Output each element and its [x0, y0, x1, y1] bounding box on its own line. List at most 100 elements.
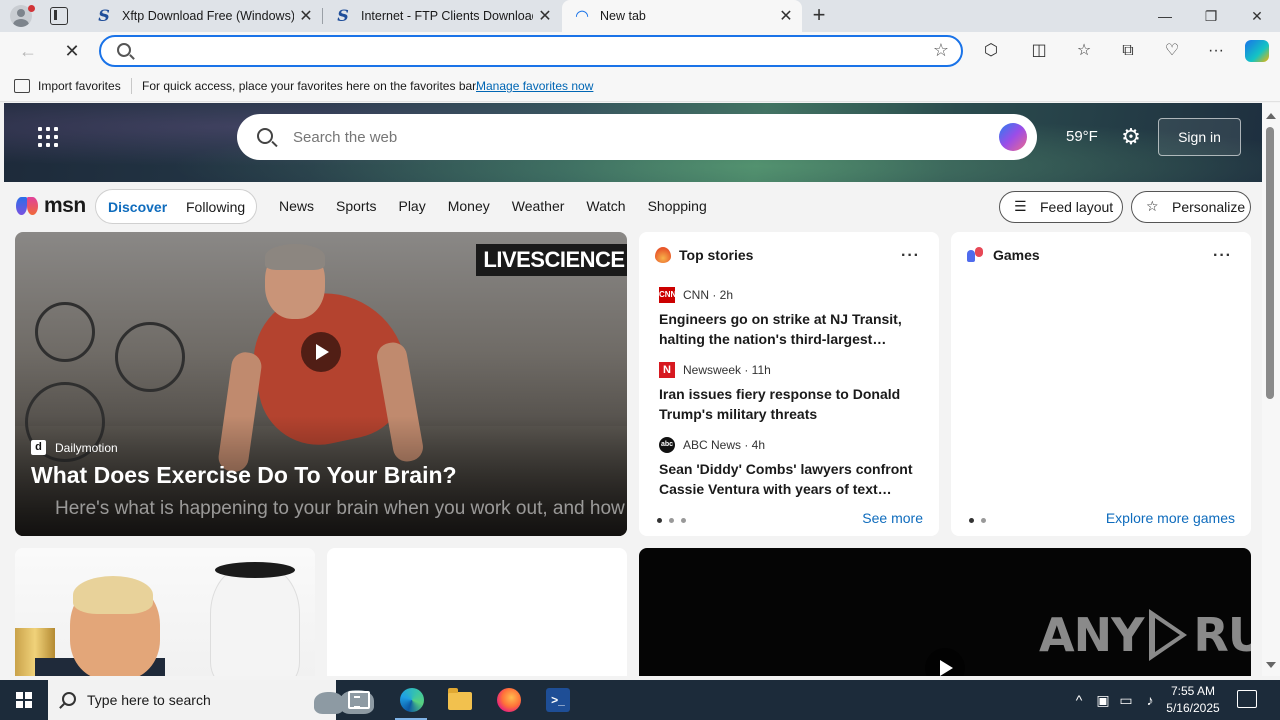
firefox-icon [497, 688, 521, 712]
nav-weather[interactable]: Weather [512, 198, 565, 214]
story-source: N Newsweek · 11h [659, 362, 921, 378]
nav-news[interactable]: News [279, 198, 314, 214]
nav-play[interactable]: Play [398, 198, 425, 214]
see-more-link[interactable]: See more [862, 510, 923, 526]
sign-in-button[interactable]: Sign in [1158, 118, 1241, 156]
loading-spinner-icon: ◠ [575, 6, 589, 25]
story-item[interactable]: CNN CNN · 2h Engineers go on strike at N… [659, 287, 921, 349]
nav-watch[interactable]: Watch [586, 198, 625, 214]
tab-ftp-clients[interactable]: S Internet - FTP Clients Downloads ✕ [323, 0, 561, 32]
video-card[interactable]: ANYRUN [639, 548, 1251, 676]
close-window-button[interactable]: ✕ [1234, 0, 1280, 32]
split-screen-icon[interactable]: ◫ [1028, 40, 1050, 62]
play-logo-icon [1149, 609, 1188, 661]
softpedia-favicon-icon: S [98, 6, 110, 25]
more-options-icon[interactable]: ··· [901, 247, 920, 265]
story-headline[interactable]: Iran issues fiery response to Donald Tru… [659, 384, 921, 424]
hero-source: d Dailymotion [31, 440, 118, 455]
hero-caption: Here's what is happening to your brain w… [55, 498, 627, 519]
scroll-down-icon[interactable] [1266, 662, 1276, 668]
minimize-button[interactable]: — [1142, 0, 1188, 32]
personalize-button[interactable]: ☆ Personalize [1131, 191, 1251, 223]
back-button[interactable]: ← [14, 38, 42, 64]
gear-icon[interactable]: ⚙ [1119, 125, 1143, 149]
firefox-button[interactable] [484, 680, 532, 720]
carousel-dot[interactable] [969, 518, 974, 523]
story-headline[interactable]: Sean 'Diddy' Combs' lawyers confront Cas… [659, 459, 921, 499]
notifications-icon[interactable] [1237, 690, 1257, 708]
start-button[interactable] [0, 680, 48, 720]
tab-discover[interactable]: Discover [108, 199, 167, 215]
livescience-logo: LIVESCIENCE [476, 244, 627, 276]
msn-search-box[interactable] [237, 114, 1037, 160]
show-hidden-icons-icon[interactable]: ^ [1068, 680, 1090, 720]
play-icon[interactable] [301, 332, 341, 372]
scroll-up-icon[interactable] [1266, 113, 1276, 119]
file-explorer-button[interactable] [435, 680, 483, 720]
edge-taskbar-button[interactable] [387, 680, 435, 720]
favorites-icon[interactable]: ☆ [1073, 40, 1095, 62]
extensions-icon[interactable]: ⬡ [980, 40, 1002, 62]
address-input[interactable] [141, 41, 921, 61]
tab-close-icon[interactable]: ✕ [294, 6, 318, 26]
hero-title[interactable]: What Does Exercise Do To Your Brain? [31, 462, 457, 489]
tab-following[interactable]: Following [186, 199, 245, 215]
device-icon[interactable]: ▣ [1092, 680, 1114, 720]
hero-video-card[interactable]: LIVESCIENCE d Dailymotion What Does Exer… [15, 232, 627, 536]
carousel-dot[interactable] [657, 518, 662, 523]
favorite-star-icon[interactable]: ☆ [933, 40, 949, 61]
story-item[interactable]: N Newsweek · 11h Iran issues fiery respo… [659, 362, 921, 424]
play-icon[interactable] [925, 648, 965, 676]
msn-logo[interactable]: msn [16, 192, 86, 220]
stop-loading-button[interactable]: ✕ [58, 38, 86, 64]
search-icon [117, 43, 131, 57]
top-stories-header: Top stories [655, 247, 753, 263]
manage-favorites-link[interactable]: Manage favorites now [476, 79, 593, 93]
network-icon[interactable]: ▭ [1115, 680, 1137, 720]
task-view-icon[interactable] [348, 691, 370, 709]
story-headline[interactable]: Engineers go on strike at NJ Transit, ha… [659, 309, 921, 349]
search-icon [62, 692, 76, 706]
weather-temperature[interactable]: 59°F [1066, 128, 1098, 145]
msn-search-input[interactable] [293, 127, 933, 147]
nav-sports[interactable]: Sports [336, 198, 376, 214]
star-icon: ☆ [1146, 198, 1159, 214]
explore-more-games-link[interactable]: Explore more games [1106, 510, 1235, 526]
restore-button[interactable]: ❐ [1188, 0, 1234, 32]
copilot-icon[interactable] [1245, 40, 1269, 62]
agal-image [215, 562, 295, 578]
carousel-dot[interactable] [981, 518, 986, 523]
copilot-search-icon[interactable] [999, 123, 1027, 151]
news-image-card[interactable] [15, 548, 315, 676]
person-hair-image [73, 576, 153, 614]
carousel-dot[interactable] [681, 518, 686, 523]
feed-toggle: Discover Following [95, 189, 257, 224]
clock[interactable]: 7:55 AM 5/16/2025 [1158, 683, 1228, 717]
tab-xftp[interactable]: S Xftp Download Free (Windows) - ✕ [84, 0, 322, 32]
tab-actions-icon[interactable] [50, 7, 68, 25]
address-bar[interactable]: ☆ [99, 35, 963, 67]
personalize-label: Personalize [1172, 199, 1246, 215]
tab-new-tab[interactable]: ◠ New tab ✕ [562, 0, 802, 32]
browser-essentials-icon[interactable]: ♡ [1161, 40, 1183, 62]
tab-close-icon[interactable]: ✕ [774, 6, 798, 26]
carousel-dot[interactable] [669, 518, 674, 523]
new-tab-button[interactable]: + [806, 4, 832, 28]
settings-more-icon[interactable]: ··· [1205, 40, 1227, 62]
app-launcher-icon[interactable] [38, 127, 58, 147]
story-item[interactable]: abc ABC News · 4h Sean 'Diddy' Combs' la… [659, 437, 921, 499]
import-favorites-button[interactable]: Import favorites [38, 79, 121, 93]
taskbar-search[interactable]: Type here to search [48, 680, 374, 720]
import-favorites-icon[interactable] [14, 79, 30, 93]
nav-shopping[interactable]: Shopping [648, 198, 707, 214]
collections-icon[interactable]: ⧉ [1117, 40, 1139, 62]
tab-close-icon[interactable]: ✕ [533, 6, 557, 26]
feed-layout-button[interactable]: ☰ Feed layout [999, 191, 1123, 223]
scroll-thumb[interactable] [1266, 127, 1274, 399]
powershell-button[interactable]: >_ [533, 680, 581, 720]
sliders-icon: ☰ [1014, 198, 1027, 214]
taskbar-search-text: Type here to search [87, 692, 211, 708]
nav-money[interactable]: Money [448, 198, 490, 214]
more-options-icon[interactable]: ··· [1213, 247, 1232, 265]
page-scrollbar[interactable] [1262, 103, 1280, 676]
